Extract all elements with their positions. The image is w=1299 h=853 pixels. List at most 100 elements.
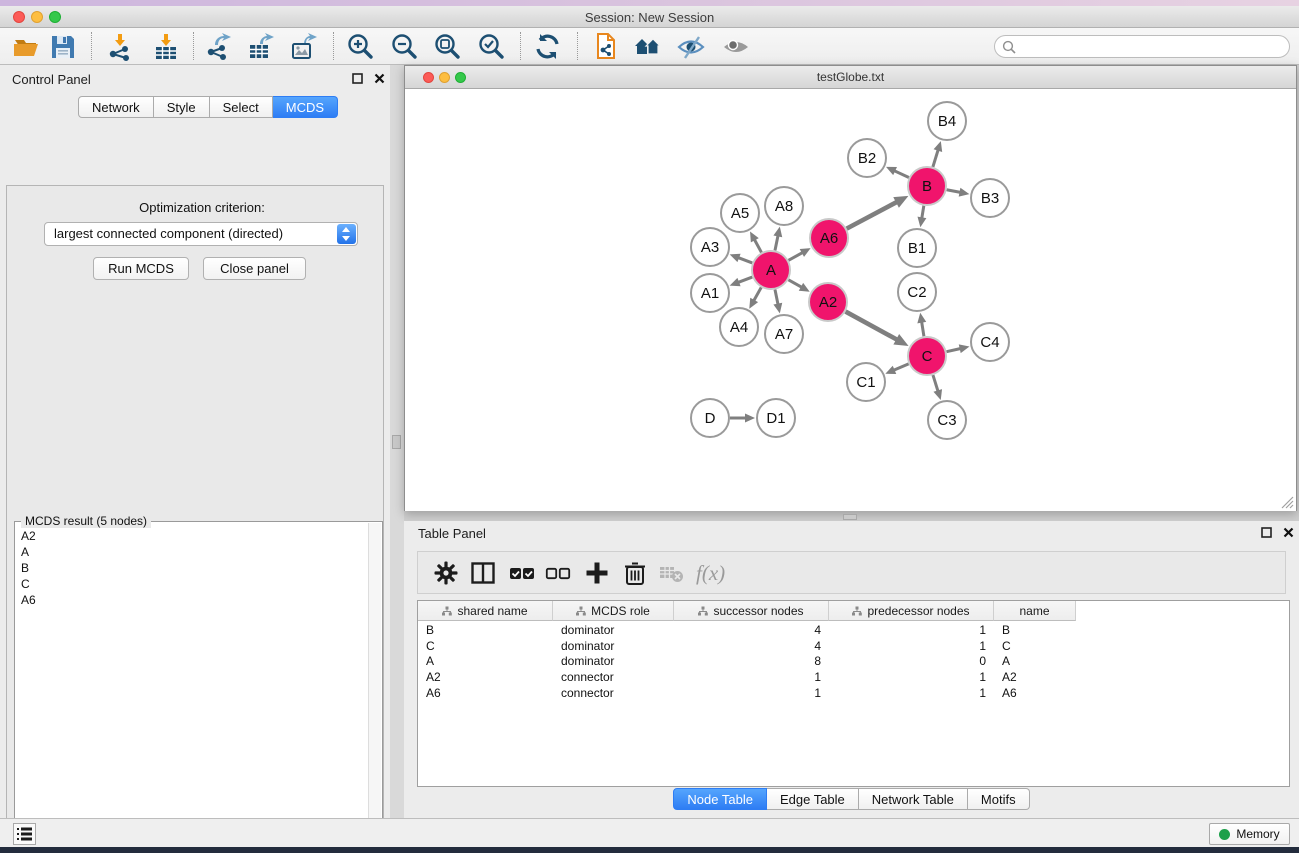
edge-C-C3[interactable]	[933, 375, 938, 391]
table-body[interactable]: Bdominator41BCdominator41CAdominator80AA…	[418, 623, 1289, 701]
optimization-criterion-select[interactable]: largest connected component (directed)	[44, 222, 358, 246]
column-header-successor-nodes[interactable]: successor nodes	[674, 601, 829, 621]
tab-node-table[interactable]: Node Table	[673, 788, 767, 810]
export-network-icon[interactable]	[203, 32, 233, 62]
result-scrollbar[interactable]	[368, 523, 381, 853]
column-header-name[interactable]: name	[994, 601, 1076, 621]
import-network-icon[interactable]	[105, 32, 135, 62]
select-all-icon[interactable]	[509, 560, 537, 588]
import-table-icon[interactable]	[151, 32, 181, 62]
tab-select[interactable]: Select	[210, 96, 273, 118]
table-row[interactable]: Bdominator41B	[418, 623, 1289, 639]
resize-grip-icon[interactable]	[1281, 496, 1294, 509]
edge-B-B4[interactable]	[933, 150, 938, 167]
column-header-MCDS-role[interactable]: MCDS role	[553, 601, 674, 621]
settings-gear-icon[interactable]	[433, 560, 461, 588]
save-session-icon[interactable]	[48, 32, 78, 62]
optimization-criterion-label: Optimization criterion:	[7, 200, 397, 215]
divider-handle[interactable]	[392, 435, 401, 449]
node-label-B: B	[922, 178, 932, 195]
edge-B-B2[interactable]	[894, 171, 909, 178]
task-history-button[interactable]	[13, 823, 36, 845]
close-panel-icon[interactable]	[374, 73, 385, 84]
table-cell: 1	[829, 623, 994, 639]
clone-network-icon[interactable]	[590, 32, 620, 62]
edge-A-A4[interactable]	[754, 287, 762, 300]
edge-A-A8[interactable]	[775, 235, 778, 250]
table-row[interactable]: A2connector11A2	[418, 670, 1289, 686]
toolbar-separator	[193, 32, 194, 60]
node-label-C: C	[922, 348, 933, 365]
export-table-icon[interactable]	[246, 32, 276, 62]
mcds-result-item[interactable]: A6	[17, 592, 365, 608]
home-layout-icon[interactable]	[633, 32, 663, 62]
edge-A-A5[interactable]	[754, 239, 761, 252]
search-icon	[1002, 40, 1017, 55]
edge-A-A6[interactable]	[789, 252, 803, 260]
mcds-result-item[interactable]: C	[17, 576, 365, 592]
zoom-out-icon[interactable]	[390, 32, 420, 62]
edge-C-C1[interactable]	[894, 364, 909, 370]
edge-A2-C[interactable]	[846, 312, 898, 340]
split-columns-icon[interactable]	[470, 560, 498, 588]
edge-B-B3[interactable]	[947, 190, 961, 193]
table-cell: 4	[674, 623, 829, 639]
mcds-result-item[interactable]: A	[17, 544, 365, 560]
tab-motifs[interactable]: Motifs	[968, 788, 1030, 810]
delete-column-trash-icon[interactable]	[622, 560, 650, 588]
add-column-icon[interactable]	[584, 560, 612, 588]
delete-table-icon[interactable]	[658, 560, 686, 588]
edge-C-C4[interactable]	[947, 349, 961, 352]
edge-A-A7[interactable]	[775, 290, 778, 305]
float-panel-icon[interactable]	[1261, 527, 1272, 538]
open-session-icon[interactable]	[12, 32, 42, 62]
memory-button[interactable]: Memory	[1209, 823, 1290, 845]
edge-B-B1[interactable]	[922, 206, 924, 219]
edge-C-C2[interactable]	[922, 322, 924, 337]
refresh-icon[interactable]	[533, 32, 563, 62]
network-window-titlebar[interactable]: testGlobe.txt	[405, 66, 1296, 89]
float-panel-icon[interactable]	[352, 73, 363, 84]
hierarchy-icon	[442, 606, 452, 616]
search-field[interactable]	[994, 35, 1290, 58]
export-image-icon[interactable]	[289, 32, 319, 62]
hierarchy-icon	[698, 606, 708, 616]
tab-network-table[interactable]: Network Table	[859, 788, 968, 810]
zoom-fit-icon[interactable]	[433, 32, 463, 62]
mcds-result-item[interactable]: A2	[17, 528, 365, 544]
edge-arrowhead	[730, 254, 741, 262]
mcds-result-box: MCDS result (5 nodes) A2ABCA6	[14, 521, 383, 853]
edge-arrowhead	[745, 414, 755, 423]
tab-mcds[interactable]: MCDS	[273, 96, 338, 118]
edge-A-A2[interactable]	[788, 280, 801, 288]
hide-panels-eye-icon[interactable]	[676, 32, 706, 62]
run-mcds-button[interactable]: Run MCDS	[93, 257, 189, 280]
edge-A-A1[interactable]	[738, 277, 752, 282]
table-row[interactable]: A6connector11A6	[418, 686, 1289, 702]
table-row[interactable]: Adominator80A	[418, 654, 1289, 670]
table-cell: A	[418, 654, 553, 670]
mcds-result-item[interactable]: B	[17, 560, 365, 576]
close-panel-button[interactable]: Close panel	[203, 257, 306, 280]
function-builder-icon[interactable]: f(x)	[696, 560, 742, 588]
network-graph[interactable]: B4B2BB3A5A8A6A3B1AA1C2A2A4A7C4CC1C3DD1	[405, 90, 1296, 511]
edge-A6-B[interactable]	[847, 202, 897, 229]
tab-style[interactable]: Style	[154, 96, 210, 118]
table-cell: connector	[553, 670, 674, 686]
column-header-shared-name[interactable]: shared name	[418, 601, 553, 621]
tab-edge-table[interactable]: Edge Table	[767, 788, 859, 810]
close-panel-icon[interactable]	[1283, 527, 1294, 538]
table-row[interactable]: Cdominator41C	[418, 639, 1289, 655]
zoom-selected-icon[interactable]	[477, 32, 507, 62]
edge-A-A3[interactable]	[738, 258, 752, 263]
divider-handle[interactable]	[843, 514, 857, 520]
deselect-all-icon[interactable]	[545, 560, 573, 588]
panel-divider[interactable]	[390, 65, 404, 818]
column-header-predecessor-nodes[interactable]: predecessor nodes	[829, 601, 994, 621]
show-panels-eye-icon[interactable]	[721, 32, 751, 62]
network-canvas[interactable]: B4B2BB3A5A8A6A3B1AA1C2A2A4A7C4CC1C3DD1	[405, 90, 1296, 511]
tab-network[interactable]: Network	[78, 96, 154, 118]
search-input[interactable]	[1021, 38, 1281, 55]
mcds-result-list[interactable]: A2ABCA6	[17, 528, 365, 608]
zoom-in-icon[interactable]	[346, 32, 376, 62]
